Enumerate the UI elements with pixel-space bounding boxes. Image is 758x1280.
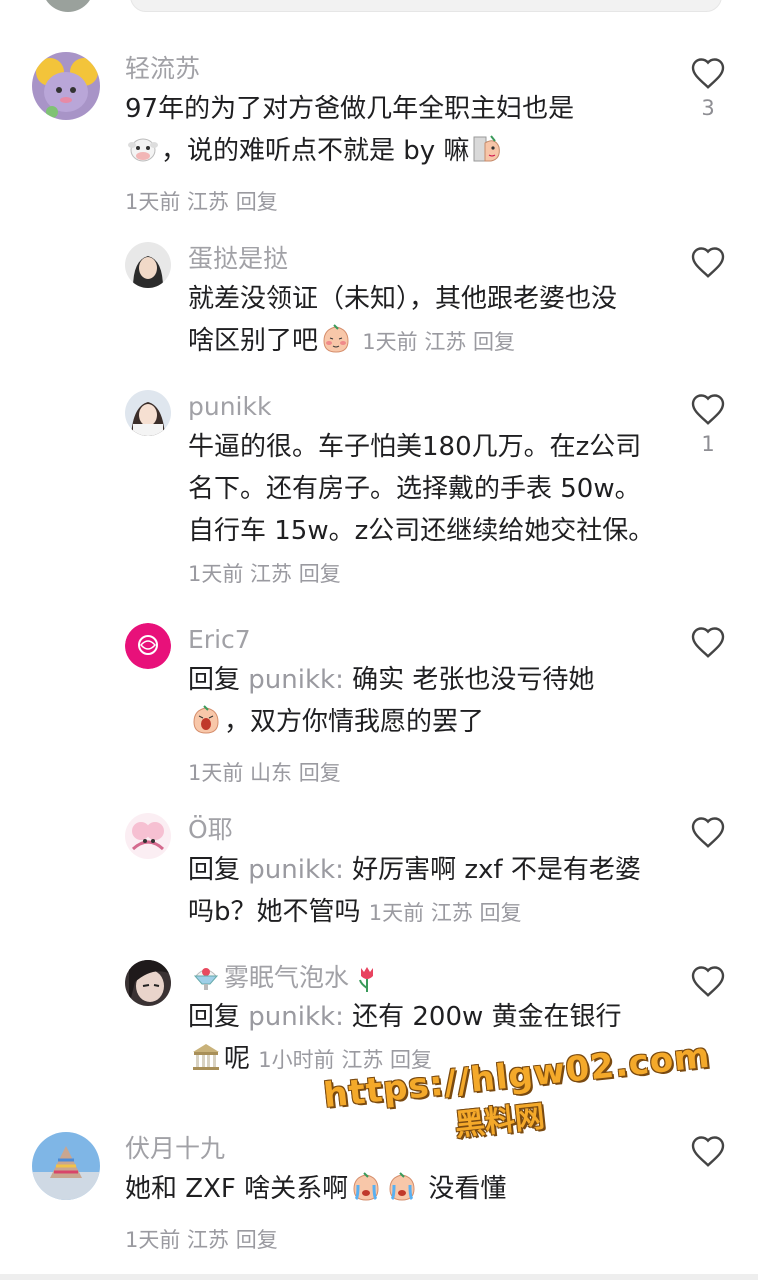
username[interactable]: Eric7 (188, 625, 251, 655)
reply-to-username[interactable]: punikk: (248, 1002, 344, 1032)
comment-text-part: 啥区别了吧 (188, 326, 319, 356)
comment-meta[interactable]: 1天前 江苏 回复 (125, 1224, 278, 1254)
reply-prefix: 回复 (188, 855, 241, 885)
comment-text-part: ，说的难听点不就是 by 嘛 (161, 136, 470, 166)
like-button[interactable] (688, 815, 728, 855)
avatar[interactable] (125, 390, 171, 436)
like-button[interactable] (688, 964, 728, 1004)
previous-comment-stub (0, 0, 758, 14)
like-button[interactable]: 1 (688, 392, 728, 456)
comment-text-part: 呢 (224, 1044, 251, 1074)
bank-emoji-icon (190, 1041, 222, 1073)
reply-prefix: 回复 (188, 665, 241, 695)
like-button[interactable]: 3 (688, 56, 728, 120)
comment-text: 就差没领证（未知），其他跟老婆也没 啥区别了吧 1天前 江苏 回复 (188, 278, 658, 363)
comment-text: 回复 punikk: 确实 老张也没亏待她 ，双方你情我愿的罢了 (188, 659, 658, 743)
comment-meta[interactable]: 1天前 江苏 回复 (362, 330, 515, 354)
comment-text: 牛逼的很。车子怕美180几万。在z公司名下。还有房子。选择戴的手表 50w。自行… (188, 426, 658, 595)
comment-text-part: 没看懂 (428, 1174, 507, 1204)
comment-meta[interactable]: 1天前 江苏 回复 (188, 562, 341, 586)
like-button[interactable] (688, 1134, 728, 1174)
reply-prefix: 回复 (188, 1002, 241, 1032)
comment-meta[interactable]: 1天前 山东 回复 (188, 757, 341, 787)
username[interactable]: 伏月十九 (125, 1134, 225, 1164)
username-text[interactable]: 雾眠气泡水 (224, 963, 349, 993)
avatar[interactable] (32, 52, 100, 120)
shaved-ice-emoji-icon (190, 962, 222, 994)
like-button[interactable] (688, 625, 728, 665)
like-count: 3 (701, 96, 715, 120)
like-button[interactable] (688, 245, 728, 285)
username[interactable]: 蛋挞是挞 (188, 244, 288, 274)
comment-text: 回复 punikk: 好厉害啊 zxf 不是有老婆吗b？她不管吗 1天前 江苏 … (188, 849, 658, 934)
comment-text-part: 牛逼的很。车子怕美180几万。在z公司名下。还有房子。选择戴的手表 50w。自行… (188, 432, 655, 546)
avatar[interactable] (125, 960, 171, 1006)
tulip-emoji-icon (351, 962, 383, 994)
comment-text-part: 97年的为了对方爸做几年全职主妇也是 (125, 94, 575, 124)
like-count: 1 (701, 432, 715, 456)
comment-text: 她和 ZXF 啥关系啊 没看懂 (125, 1168, 645, 1210)
heart-outline-icon[interactable] (690, 56, 726, 90)
cow-emoji-icon (127, 133, 159, 165)
avatar[interactable] (32, 1132, 100, 1200)
avatar[interactable] (125, 813, 171, 859)
heart-outline-icon[interactable] (690, 964, 726, 998)
comment-text-part: 还有 200w 黄金在银行 (352, 1002, 622, 1032)
heart-outline-icon[interactable] (690, 1134, 726, 1168)
heart-outline-icon[interactable] (690, 245, 726, 279)
username[interactable]: 轻流苏 (125, 54, 200, 84)
crying-face-emoji-icon (190, 704, 222, 736)
heart-outline-icon[interactable] (690, 815, 726, 849)
username[interactable]: punikk (188, 392, 271, 422)
shy-face-emoji-icon (471, 133, 503, 165)
crying-face-emoji-icon (350, 1171, 382, 1203)
comment-text-part: ，双方你情我愿的罢了 (224, 707, 485, 737)
comment-meta[interactable]: 1天前 江苏 回复 (125, 186, 278, 216)
avatar[interactable] (125, 623, 171, 669)
reply-to-username[interactable]: punikk: (248, 855, 344, 885)
avatar (42, 0, 94, 12)
comment-text-part: 就差没领证（未知），其他跟老婆也没 (188, 284, 618, 314)
comment-text: 97年的为了对方爸做几年全职主妇也是 ，说的难听点不就是 by 嘛 (125, 88, 645, 172)
comment-meta[interactable]: 1天前 江苏 回复 (369, 901, 522, 925)
crying-face-emoji-icon (386, 1171, 418, 1203)
username[interactable]: 雾眠气泡水 (188, 962, 385, 994)
username[interactable]: Ö耶 (188, 815, 233, 845)
comment-text-part: 确实 老张也没亏待她 (352, 665, 595, 695)
comment-text-part: 她和 ZXF 啥关系啊 (125, 1174, 349, 1204)
heart-outline-icon[interactable] (690, 625, 726, 659)
bottom-bar-edge (0, 1274, 758, 1280)
avatar[interactable] (125, 242, 171, 288)
blush-face-emoji-icon (320, 323, 352, 355)
reply-input-pill[interactable] (130, 0, 722, 12)
heart-outline-icon[interactable] (690, 392, 726, 426)
reply-to-username[interactable]: punikk: (248, 665, 344, 695)
